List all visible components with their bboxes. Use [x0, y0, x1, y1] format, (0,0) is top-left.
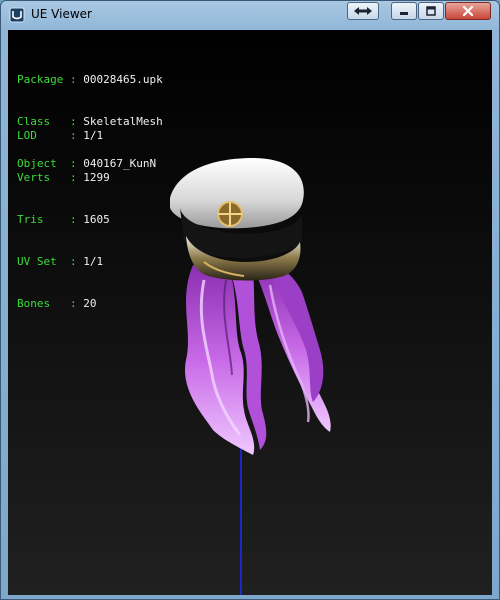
hair-mesh — [185, 265, 331, 455]
stat-sep: : — [69, 255, 77, 268]
stat-row-uvset: UV Set : 1/1 — [17, 255, 110, 269]
info-row-package: Package : 00028465.upk — [17, 73, 163, 87]
stat-value: 1605 — [83, 213, 110, 226]
info-key: Package — [17, 73, 64, 86]
stat-value: 20 — [83, 297, 97, 310]
info-value: 00028465.upk — [83, 73, 163, 86]
stat-key: Tris — [17, 213, 64, 226]
minimize-icon — [400, 12, 408, 15]
3d-viewport[interactable]: Package : 00028465.upk Class : SkeletalM… — [8, 30, 492, 595]
stat-sep: : — [69, 171, 77, 184]
mesh-stats: LOD : 1/1 Verts : 1299 Tris : 1605 UV Se… — [17, 101, 110, 339]
stat-row-bones: Bones : 20 — [17, 297, 110, 311]
stat-sep: : — [69, 297, 77, 310]
stat-row-lod: LOD : 1/1 — [17, 129, 110, 143]
maximize-button[interactable] — [418, 2, 444, 20]
maximize-icon — [426, 6, 436, 16]
restore-arrows-icon — [354, 7, 372, 15]
close-button[interactable] — [445, 2, 491, 20]
ue-viewer-window: UE Viewer Package: 00028465.upk Class:… — [0, 0, 500, 600]
stat-sep: : — [69, 129, 77, 142]
info-sep: : — [69, 73, 77, 86]
stat-value: 1/1 — [83, 255, 104, 268]
stat-value: 1299 — [83, 171, 110, 184]
stat-row-verts: Verts : 1299 — [17, 171, 110, 185]
stat-key: LOD — [17, 129, 64, 142]
stat-row-tris: Tris : 1605 — [17, 213, 110, 227]
stat-value: 1/1 — [83, 129, 104, 142]
title-bar[interactable]: UE Viewer — [1, 1, 499, 29]
restore-arrows-button[interactable] — [347, 2, 379, 20]
stat-key: UV Set — [17, 255, 64, 268]
ue-viewer-app-icon — [9, 7, 25, 23]
close-icon — [462, 6, 474, 16]
stat-sep: : — [69, 213, 77, 226]
minimize-button[interactable] — [391, 2, 417, 20]
window-title: UE Viewer — [31, 7, 92, 21]
stat-key: Verts — [17, 171, 64, 184]
stat-key: Bones — [17, 297, 64, 310]
